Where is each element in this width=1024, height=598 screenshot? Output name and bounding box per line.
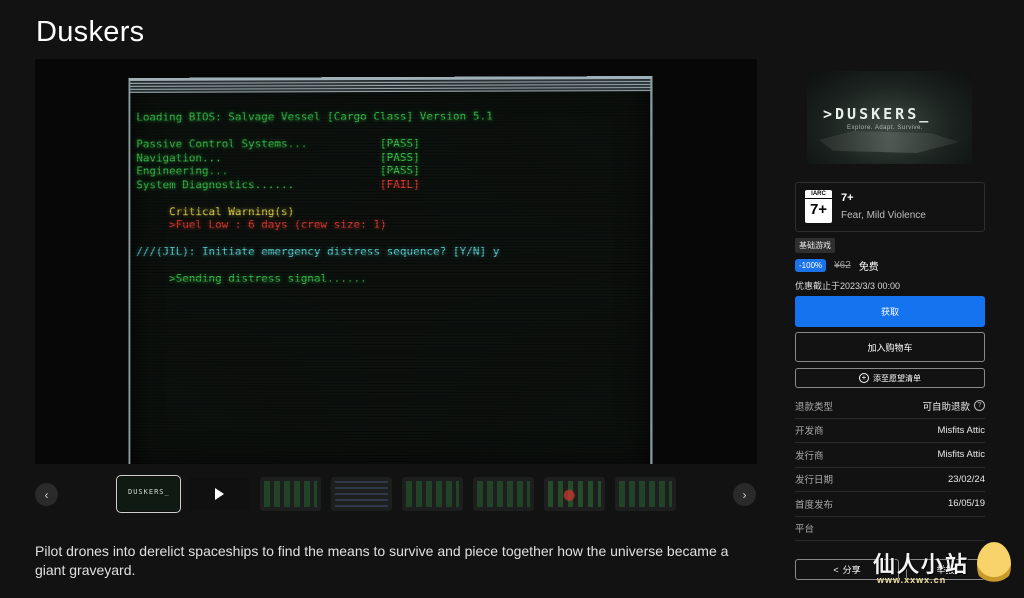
get-button[interactable]: 获取 (795, 296, 985, 327)
thumbnail-strip: DUSKERS_ (116, 475, 676, 513)
site-watermark: 仙人小站 www.xxwx.cn (873, 542, 1013, 595)
meta-row-first-release: 首度发布 16/05/19 (795, 492, 985, 517)
iarc-rating-icon: IARC 7+ (805, 190, 832, 223)
chevron-right-icon: › (742, 487, 747, 502)
cover-ship-graphic (819, 131, 959, 153)
page-title: Duskers (36, 16, 145, 48)
main-media-viewer[interactable]: Loading BIOS: Salvage Vessel [Cargo Clas… (35, 59, 757, 464)
help-icon[interactable]: ? (974, 400, 985, 412)
wishlist-label: 添至愿望清单 (873, 373, 921, 383)
game-description: Pilot drones into derelict spaceships to… (35, 543, 729, 578)
add-to-cart-button[interactable]: 加入购物车 (795, 332, 985, 362)
price-row: -100% ¥62 免费 (795, 258, 879, 273)
terminal-line: Loading BIOS: Salvage Vessel [Cargo Clas… (136, 109, 493, 124)
meta-row-publisher: 发行商 Misfits Attic (795, 443, 985, 468)
rating-descriptors: Fear, Mild Violence (841, 210, 926, 221)
crt-screen: Loading BIOS: Salvage Vessel [Cargo Clas… (128, 76, 653, 464)
meta-row-release-date: 发行日期 23/02/24 (795, 468, 985, 492)
meta-row-platform: 平台 (795, 517, 985, 541)
watermark-url: www.xxwx.cn (877, 575, 947, 585)
thumbnail-logo: DUSKERS_ (128, 488, 170, 496)
share-icon: < (833, 564, 839, 575)
sale-end-date: 优惠截止于2023/3/3 00:00 (795, 281, 901, 291)
watermark-mascot-icon (977, 542, 1011, 586)
thumbnail-1[interactable]: DUSKERS_ (116, 475, 181, 513)
plus-circle-icon: + (859, 373, 869, 383)
meta-row-developer: 开发商 Misfits Attic (795, 419, 985, 443)
meta-row-refund: 退款类型 可自助退款? (795, 394, 985, 419)
terminal-line: ///(JIL): Initiate emergency distress se… (136, 244, 500, 259)
cover-logo: >DUSKERS_ (823, 105, 932, 123)
play-icon (215, 488, 224, 500)
gallery-next-button[interactable]: › (733, 483, 756, 506)
add-to-wishlist-button[interactable]: + 添至愿望清单 (795, 368, 985, 388)
thumbnail-3[interactable] (260, 477, 321, 511)
terminal-output: Loading BIOS: Salvage Vessel [Cargo Clas… (136, 110, 499, 286)
terminal-line: Critical Warning(s) (136, 204, 295, 218)
gallery-prev-button[interactable]: ‹ (35, 483, 58, 506)
terminal-line: System Diagnostics...... [FAIL] (136, 177, 420, 191)
terminal-line: Passive Control Systems... [PASS] (136, 136, 420, 151)
thumbnail-6[interactable] (473, 477, 534, 511)
thumbnail-video[interactable] (189, 477, 250, 511)
terminal-line: Engineering... [PASS] (136, 163, 420, 178)
thumbnail-4[interactable] (331, 477, 392, 511)
age-rating-box: IARC 7+ 7+ Fear, Mild Violence (795, 182, 985, 232)
base-game-badge: 基础游戏 (795, 238, 835, 253)
thumbnail-7[interactable] (544, 477, 605, 511)
current-price: 免费 (858, 262, 879, 273)
terminal-line: >Sending distress signal...... (136, 272, 367, 285)
game-cover-art: >DUSKERS_ Explore. Adapt. Survive. (807, 71, 972, 164)
terminal-line: Navigation... [PASS] (136, 150, 420, 165)
thumbnail-8[interactable] (615, 477, 676, 511)
terminal-line: >Fuel Low : 6 days (crew size: 1) (136, 218, 387, 232)
chevron-left-icon: ‹ (44, 487, 49, 502)
thumbnail-5[interactable] (402, 477, 463, 511)
game-details: 退款类型 可自助退款? 开发商 Misfits Attic 发行商 Misfit… (795, 394, 985, 541)
cover-tagline: Explore. Adapt. Survive. (847, 125, 924, 131)
discount-badge: -100% (795, 259, 827, 272)
rating-age: 7+ (841, 192, 854, 204)
original-price: ¥62 (834, 260, 851, 271)
